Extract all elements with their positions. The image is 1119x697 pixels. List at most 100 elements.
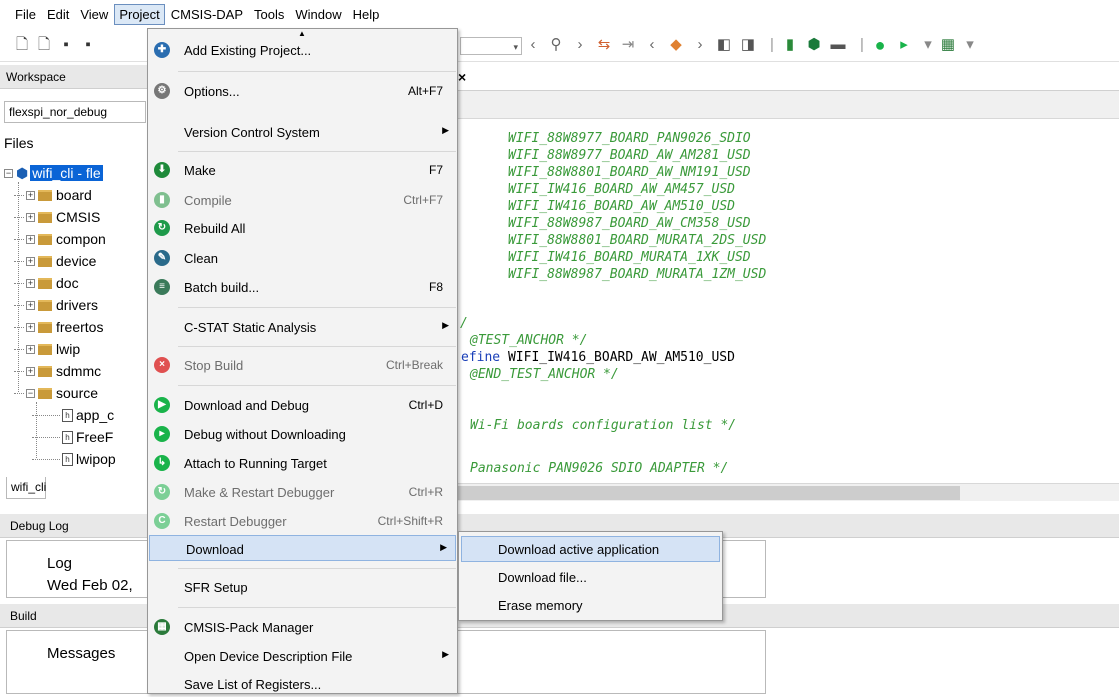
configuration-select[interactable]: flexspi_nor_debug	[4, 101, 146, 123]
menu-file[interactable]: File	[10, 4, 41, 25]
menu-item-add-existing-project[interactable]: ✚ Add Existing Project...	[148, 37, 457, 63]
download-file[interactable]: Download file...	[461, 564, 720, 590]
menu-help[interactable]: Help	[348, 4, 385, 25]
folder-icon	[38, 255, 52, 267]
menu-item-shortcut: Alt+F7	[407, 84, 443, 98]
menu-view[interactable]: View	[75, 4, 113, 25]
cmsis-pack-toolbar-icon[interactable]: ▦	[940, 36, 956, 54]
prev-bookmark-icon[interactable]: ◧	[716, 36, 732, 54]
expand-icon[interactable]: +	[26, 212, 35, 222]
expand-icon[interactable]: +	[26, 190, 35, 200]
compile-toolbar-icon[interactable]: ▮	[782, 36, 798, 54]
collapse-icon[interactable]: −	[26, 388, 35, 398]
new-file-icon[interactable]: 🗋	[14, 36, 30, 54]
menu-item-save-list-of-registers[interactable]: Save List of Registers...	[148, 671, 457, 697]
menu-item-label: Options...	[184, 84, 240, 99]
tree-folder-0[interactable]: + board	[14, 184, 164, 206]
swap-icon[interactable]: ⇆	[596, 36, 612, 54]
tree-folder-9[interactable]: − source	[14, 382, 164, 404]
erase-memory[interactable]: Erase memory	[461, 592, 720, 618]
menu-edit[interactable]: Edit	[42, 4, 74, 25]
forward-icon[interactable]: ›	[692, 36, 708, 54]
workspace-tab[interactable]: wifi_cli	[6, 477, 46, 499]
menu-item-label: Debug without Downloading	[184, 427, 346, 442]
menu-item-restart-debugger[interactable]: C Restart Debugger Ctrl+Shift+R	[148, 508, 457, 534]
back-icon[interactable]: ‹	[644, 36, 660, 54]
save-all-icon[interactable]: ▪	[80, 36, 96, 54]
tree-connector	[14, 392, 24, 394]
collapse-icon[interactable]: −	[4, 168, 13, 178]
gear-icon: ⚙	[154, 83, 170, 99]
menu-item-options[interactable]: ⚙ Options... Alt+F7	[148, 78, 457, 104]
goto-icon[interactable]: ⇥	[620, 36, 636, 54]
menu-tools[interactable]: Tools	[249, 4, 289, 25]
menu-item-shortcut: Ctrl+Break	[385, 358, 443, 372]
toolbar-dropdown-icon-2[interactable]: ▾	[962, 36, 978, 54]
menu-window[interactable]: Window	[290, 4, 346, 25]
expand-icon[interactable]: +	[26, 234, 35, 244]
log-row: Wed Feb 02,	[47, 577, 133, 594]
tree-folder-1[interactable]: + CMSIS	[14, 206, 164, 228]
expand-icon[interactable]: +	[26, 256, 35, 266]
tree-folder-7[interactable]: + lwip	[14, 338, 164, 360]
download-debug-icon[interactable]: ●	[872, 36, 888, 54]
submenu-arrow-icon: ▶	[442, 125, 449, 135]
next-bookmark-icon[interactable]: ◨	[740, 36, 756, 54]
menu-item-sfr-setup[interactable]: SFR Setup	[148, 574, 457, 600]
menu-item-label: C-STAT Static Analysis	[184, 320, 317, 335]
menu-project[interactable]: Project	[114, 3, 165, 25]
menu-item-batch-build[interactable]: ≡ Batch build... F8	[148, 274, 457, 300]
stop-icon: ×	[154, 357, 170, 373]
find-combo[interactable]: ▾	[460, 37, 522, 55]
folder-label: device	[56, 253, 97, 269]
menu-item-make-restart-debugger[interactable]: ↻ Make & Restart Debugger Ctrl+R	[148, 479, 457, 505]
open-file-icon[interactable]: 🗋	[36, 36, 52, 54]
menu-item-rebuild-all[interactable]: ↻ Rebuild All	[148, 215, 457, 241]
code-line: WIFI_IW416_BOARD_AW_AM510_USD	[508, 199, 735, 214]
expand-icon[interactable]: +	[26, 344, 35, 354]
menu-item-compile[interactable]: ▮ Compile Ctrl+F7	[148, 187, 457, 213]
menu-cmsis-dap[interactable]: CMSIS-DAP	[166, 4, 248, 25]
menu-item-cmsis-pack-manager[interactable]: ▦ CMSIS-Pack Manager	[148, 614, 457, 640]
close-tab-icon[interactable]: ×	[458, 69, 466, 85]
tree-folder-3[interactable]: + device	[14, 250, 164, 272]
tree-project[interactable]: − ⬢ wifi_cli - fle	[4, 162, 154, 184]
make-toolbar-icon[interactable]: ⬢	[806, 36, 822, 54]
tree-folder-8[interactable]: + sdmmc	[14, 360, 164, 382]
menu-item-version-control-system[interactable]: Version Control System ▶	[148, 119, 457, 145]
bookmark-icon[interactable]: ◆	[668, 36, 684, 54]
tree-folder-4[interactable]: + doc	[14, 272, 164, 294]
chevron-left-icon[interactable]: ‹	[525, 36, 541, 54]
chevron-right-icon[interactable]: ›	[572, 36, 588, 54]
toolbar-separator-icon: |	[860, 36, 864, 53]
folder-icon	[38, 211, 52, 223]
make-icon: ⬇	[154, 162, 170, 178]
menu-item-open-device-description-file[interactable]: Open Device Description File ▶	[148, 643, 457, 669]
menu-item-download-and-debug[interactable]: ▶ Download and Debug Ctrl+D	[148, 392, 457, 418]
download-active-application[interactable]: Download active application	[461, 536, 720, 562]
debug-no-download-icon[interactable]: ▸	[896, 36, 912, 54]
stop-build-toolbar-icon[interactable]: ▬	[830, 36, 846, 54]
tree-folder-5[interactable]: + drivers	[14, 294, 164, 316]
expand-icon[interactable]: +	[26, 278, 35, 288]
menu-item-debug-without-downloading[interactable]: ▸ Debug without Downloading	[148, 421, 457, 447]
toolbar-dropdown-icon[interactable]: ▾	[920, 36, 936, 54]
expand-icon[interactable]: +	[26, 366, 35, 376]
menu-item-clean[interactable]: ✎ Clean	[148, 245, 457, 271]
menu-item-attach-to-running-target[interactable]: ↳ Attach to Running Target	[148, 450, 457, 476]
expand-icon[interactable]: +	[26, 322, 35, 332]
menu-item-c-stat-static-analysis[interactable]: C-STAT Static Analysis ▶	[148, 314, 457, 340]
menu-item-download[interactable]: Download ▶	[149, 535, 456, 561]
batch-build-icon: ≡	[154, 279, 170, 295]
menu-separator	[178, 607, 456, 608]
expand-icon[interactable]: +	[26, 300, 35, 310]
attach-icon: ↳	[154, 455, 170, 471]
menu-item-stop-build[interactable]: × Stop Build Ctrl+Break	[148, 352, 457, 378]
search-icon[interactable]: ⚲	[548, 36, 564, 54]
tree-connector	[14, 194, 24, 196]
folder-label: lwip	[56, 341, 81, 357]
menu-item-make[interactable]: ⬇ Make F7	[148, 157, 457, 183]
tree-folder-2[interactable]: + compon	[14, 228, 164, 250]
save-icon[interactable]: ▪	[58, 36, 74, 54]
tree-folder-6[interactable]: + freertos	[14, 316, 164, 338]
